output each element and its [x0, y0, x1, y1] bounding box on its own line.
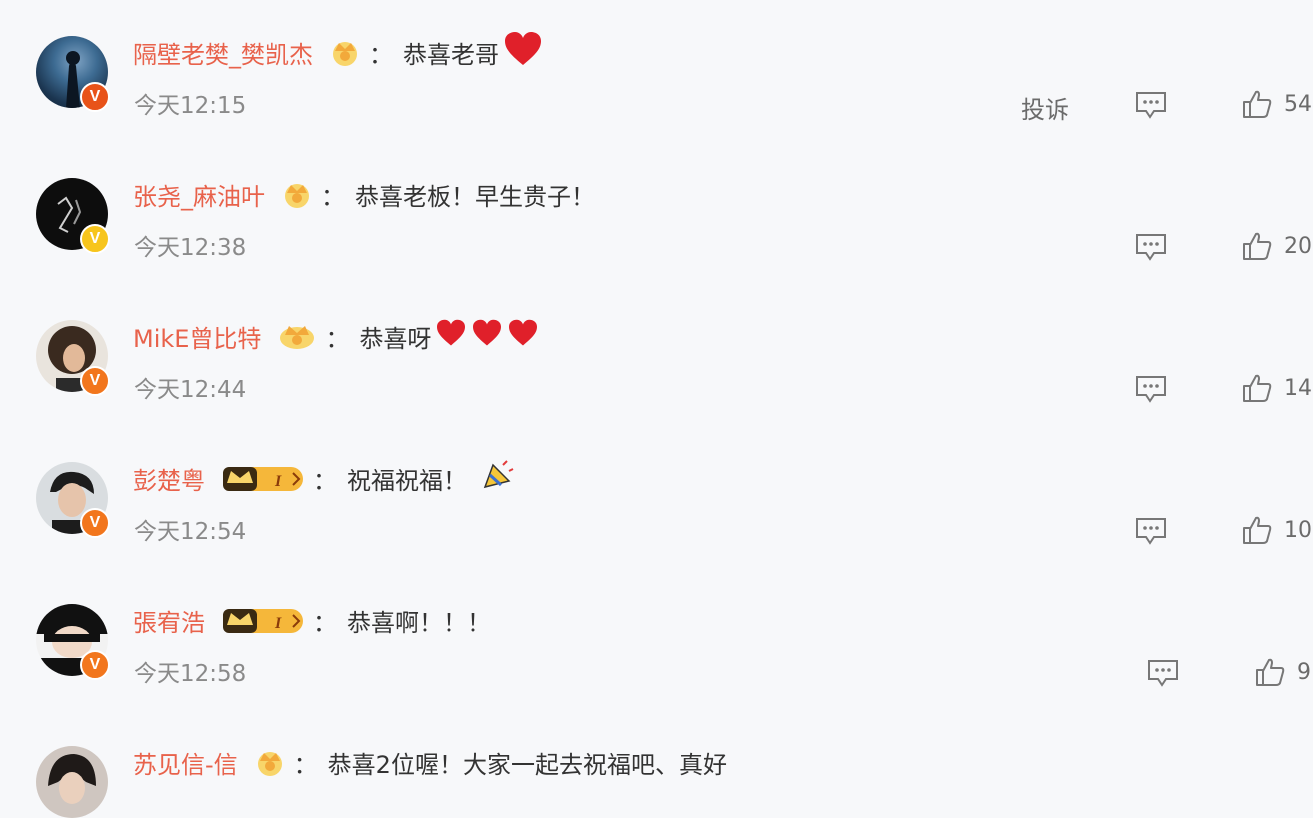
verified-badge: V	[80, 508, 110, 538]
comment-item: V MikE曾比特 ： 恭喜呀 今天12:44 14	[0, 284, 1313, 426]
heart-emoji	[435, 319, 467, 353]
crown-badge	[281, 179, 313, 209]
heart-emoji	[471, 319, 503, 353]
crown-badge	[277, 321, 317, 351]
username[interactable]: 隔壁老樊_樊凯杰	[133, 35, 313, 70]
comment-text: 祝福祝福！	[347, 466, 467, 495]
avatar[interactable]	[36, 746, 108, 818]
thumbs-up-icon[interactable]	[1241, 372, 1273, 404]
thumbs-up-icon[interactable]	[1241, 88, 1273, 120]
thumbs-up-icon[interactable]	[1254, 656, 1286, 688]
username[interactable]: 张尧_麻油叶	[133, 177, 265, 212]
timestamp: 今天12:54	[134, 519, 247, 545]
svg-text:I: I	[274, 473, 282, 490]
username[interactable]: 張宥浩	[133, 603, 205, 638]
like-count: 14	[1284, 376, 1312, 401]
comment-text: 恭喜老哥	[403, 40, 499, 69]
thumbs-up-icon[interactable]	[1241, 514, 1273, 546]
reply-icon[interactable]	[1134, 232, 1168, 262]
comment-item: 苏见信-信 ： 恭喜2位喔！大家一起去祝福吧、真好	[0, 710, 1313, 818]
username[interactable]: MikE曾比特	[133, 319, 261, 354]
separator: ：	[321, 182, 345, 211]
comment-text: 恭喜呀	[359, 324, 432, 353]
avatar[interactable]: V	[36, 178, 110, 254]
comment-text: 恭喜啊！！！	[347, 608, 491, 637]
reply-icon[interactable]	[1134, 516, 1168, 546]
separator: ：	[325, 324, 350, 353]
like-count: 20	[1284, 234, 1312, 259]
timestamp: 今天12:58	[134, 661, 247, 687]
comment-item: V 隔壁老樊_樊凯杰 ： 恭喜老哥 今天12:15 投诉 547	[0, 0, 1313, 142]
timestamp: 今天12:38	[134, 235, 247, 261]
like-count: 10	[1284, 518, 1312, 543]
username[interactable]: 苏见信-信	[133, 745, 238, 780]
comment-text: 恭喜2位喔！大家一起去祝福吧、真好	[327, 750, 727, 779]
like-count: 547	[1284, 92, 1313, 117]
verified-badge: V	[80, 366, 110, 396]
party-horn-emoji	[481, 459, 515, 497]
reply-icon[interactable]	[1134, 90, 1168, 120]
like-count: 9	[1297, 660, 1311, 685]
comment-item: V 彭楚粤 I ： 祝福祝福！ 今天12:54 10	[0, 426, 1313, 568]
report-button[interactable]: 投诉	[1021, 90, 1069, 125]
avatar[interactable]: V	[36, 320, 110, 396]
heart-emoji	[507, 319, 539, 353]
separator: ：	[313, 466, 337, 495]
reply-icon[interactable]	[1146, 658, 1180, 688]
verified-badge: V	[80, 650, 110, 680]
username[interactable]: 彭楚粤	[133, 461, 205, 496]
timestamp: 今天12:44	[134, 377, 247, 403]
verified-badge: V	[80, 224, 110, 254]
verified-badge: V	[80, 82, 110, 112]
crown-badge	[329, 37, 361, 67]
thumbs-up-icon[interactable]	[1241, 230, 1273, 262]
vip-level-badge: I	[221, 463, 305, 493]
separator: ：	[369, 40, 393, 69]
reply-icon[interactable]	[1134, 374, 1168, 404]
avatar[interactable]: V	[36, 604, 110, 680]
heart-emoji	[503, 31, 543, 73]
avatar[interactable]: V	[36, 36, 110, 112]
comment-text: 恭喜老板！早生贵子！	[355, 182, 595, 211]
comment-item: V 張宥浩 I ： 恭喜啊！！！ 今天12:58 9	[0, 568, 1313, 710]
svg-text:I: I	[274, 615, 282, 632]
separator: ：	[313, 608, 337, 637]
vip-level-badge: I	[221, 605, 305, 635]
avatar[interactable]: V	[36, 462, 110, 538]
comment-item: V 张尧_麻油叶 ： 恭喜老板！早生贵子！ 今天12:38 20	[0, 142, 1313, 284]
separator: ：	[293, 750, 318, 779]
timestamp: 今天12:15	[134, 93, 247, 119]
crown-badge	[254, 747, 286, 777]
